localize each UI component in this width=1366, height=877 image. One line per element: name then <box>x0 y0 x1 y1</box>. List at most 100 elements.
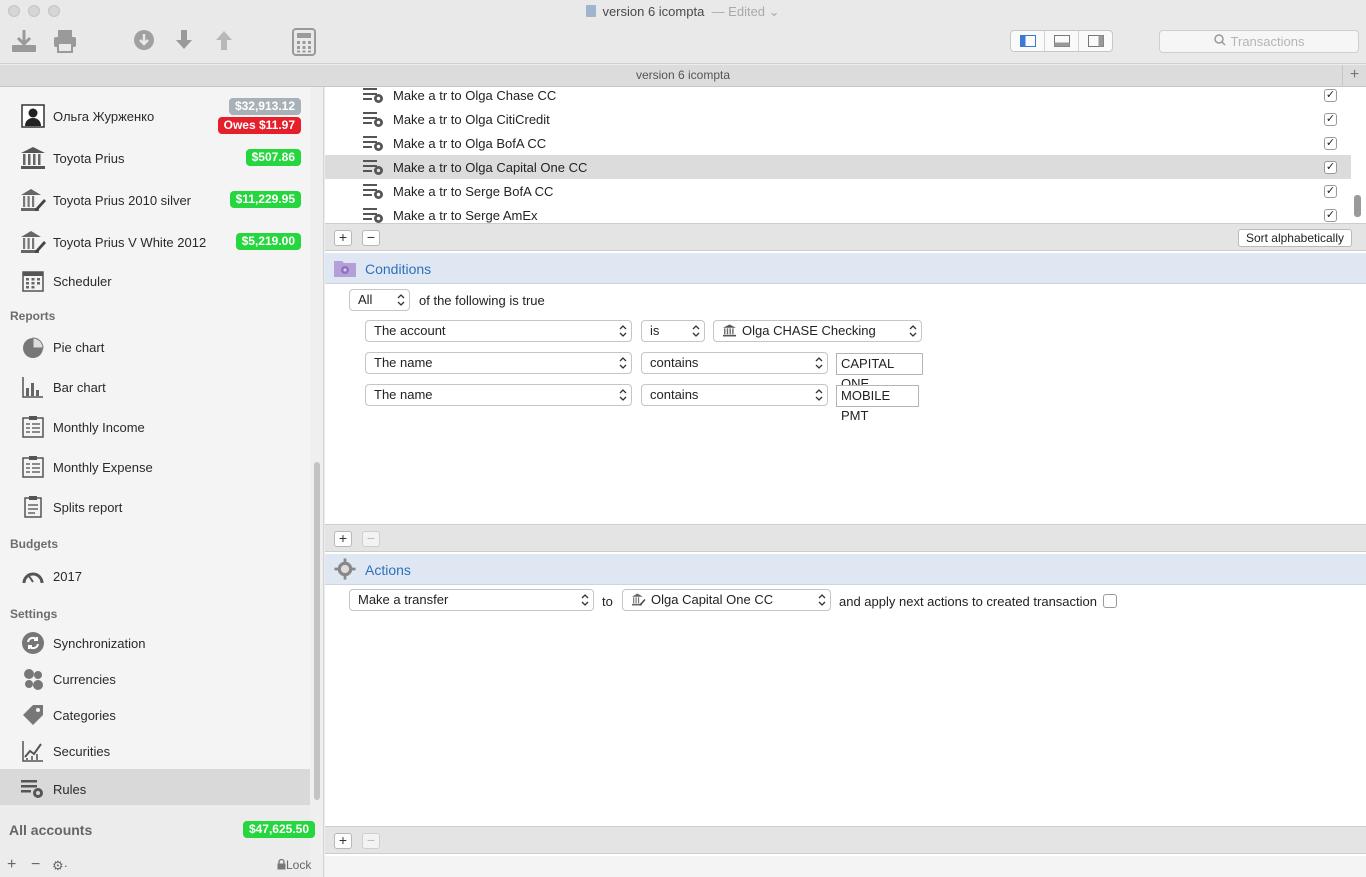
rule-row[interactable]: Make a tr to Serge AmEx ✓ <box>325 203 1351 223</box>
calculator-icon[interactable] <box>290 27 318 57</box>
rule-name: Make a tr to Serge BofA CC <box>393 183 554 199</box>
lock-button[interactable]: Lock <box>277 858 311 872</box>
condition-value-field[interactable]: CAPITAL ONE <box>836 353 923 391</box>
sidebar-item-label: Pie chart <box>53 339 105 355</box>
gear-menu-icon[interactable]: ⚙· <box>52 858 68 874</box>
search-field[interactable]: Transactions <box>1159 30 1359 53</box>
sidebar-item-label: Bar chart <box>53 379 106 395</box>
clipboard-icon <box>20 494 46 520</box>
remove-account-button[interactable]: − <box>31 856 40 874</box>
condition-field-select[interactable]: The name <box>365 384 632 406</box>
sidebar-item-pie-chart[interactable]: Pie chart <box>0 327 310 367</box>
rule-row-selected[interactable]: Make a tr to Olga Capital One CC ✓ <box>325 155 1351 179</box>
sidebar-item-toyota-prius-v-2012[interactable]: Toyota Prius V White 2012 $5,219.00 <box>0 222 310 262</box>
add-action-button[interactable]: + <box>334 833 352 849</box>
document-tab[interactable]: version 6 icompta <box>636 68 730 82</box>
rule-row[interactable]: Make a tr to Olga CitiCredit ✓ <box>325 107 1351 131</box>
sidebar-item-categories[interactable]: Categories <box>0 695 310 735</box>
action-type-select[interactable]: Make a transfer <box>349 589 594 611</box>
window-toolbar: version 6 icompta — Edited ⌄ Transaction… <box>0 0 1366 64</box>
balance-badge: $11,229.95 <box>229 191 301 208</box>
rule-icon <box>363 88 383 103</box>
condition-operator-select[interactable]: contains <box>641 352 828 374</box>
bank-pen-icon <box>20 229 46 255</box>
sidebar-item-bar-chart[interactable]: Bar chart <box>0 367 310 407</box>
sidebar-item-monthly-expense[interactable]: Monthly Expense <box>0 447 310 487</box>
sidebar-footer: + − ⚙· Lock <box>0 853 324 877</box>
sync-icon <box>20 630 46 656</box>
chevron-updown-icon <box>619 357 627 369</box>
rule-enabled-checkbox[interactable]: ✓ <box>1324 160 1337 174</box>
pie-chart-icon <box>20 334 46 360</box>
sidebar-item-synchronization[interactable]: Synchronization <box>0 623 310 663</box>
condition-field-select[interactable]: The account <box>365 320 632 342</box>
sidebar-item-label: Monthly Income <box>53 419 145 435</box>
quantifier-suffix: of the following is true <box>419 293 545 308</box>
actions-title: Actions <box>365 562 411 578</box>
rule-enabled-checkbox[interactable]: ✓ <box>1324 184 1337 198</box>
quantifier-select[interactable]: All <box>349 289 410 311</box>
sidebar-item-scheduler[interactable]: Scheduler <box>0 261 310 301</box>
rule-name: Make a tr to Olga BofA CC <box>393 135 547 151</box>
bank-pen-icon <box>632 593 646 606</box>
rule-row[interactable]: Make a tr to Olga BofA CC ✓ <box>325 131 1351 155</box>
remove-condition-button[interactable]: − <box>362 531 380 547</box>
bank-icon <box>20 145 46 171</box>
sidebar-item-monthly-income[interactable]: Monthly Income <box>0 407 310 447</box>
sidebar-item-label: Toyota Prius V White 2012 <box>53 234 207 250</box>
sidebar-item-splits-report[interactable]: Splits report <box>0 487 310 527</box>
rule-row[interactable]: Make a tr to Serge BofA CC ✓ <box>325 179 1351 203</box>
remove-action-button[interactable]: − <box>362 833 380 849</box>
add-rule-button[interactable]: + <box>334 230 352 246</box>
rule-enabled-checkbox[interactable]: ✓ <box>1324 136 1337 150</box>
apply-next-actions-checkbox[interactable] <box>1103 594 1117 608</box>
sidebar-item-budget-2017[interactable]: 2017 <box>0 556 310 596</box>
import-icon[interactable] <box>10 27 38 55</box>
add-condition-button[interactable]: + <box>334 531 352 547</box>
print-icon[interactable] <box>51 27 79 55</box>
sidebar-item-label: 2017 <box>53 568 82 584</box>
conditions-title: Conditions <box>365 261 432 277</box>
sidebar-item-securities[interactable]: Securities <box>0 731 310 771</box>
sidebar-item-label: Monthly Expense <box>53 459 153 475</box>
sidebar-item-toyota-prius[interactable]: Toyota Prius $507.86 <box>0 138 310 178</box>
sort-alphabetically-button[interactable]: Sort alphabetically <box>1237 229 1352 247</box>
download-circle-icon[interactable] <box>131 27 157 53</box>
condition-operator-select[interactable]: contains <box>641 384 828 406</box>
action-target-account-select[interactable]: Olga Capital One CC <box>622 589 831 611</box>
rules-list-scrollbar[interactable] <box>1354 195 1361 217</box>
rules-list: Make a tr to Olga Chase CC ✓ Make a tr t… <box>325 87 1366 223</box>
rule-enabled-checkbox[interactable]: ✓ <box>1324 112 1337 126</box>
section-header-budgets: Budgets <box>10 537 58 551</box>
rule-enabled-checkbox[interactable]: ✓ <box>1324 208 1337 222</box>
arrow-down-icon[interactable] <box>173 27 195 53</box>
calendar-icon <box>20 268 46 294</box>
arrow-up-icon[interactable] <box>213 27 235 53</box>
sidebar-item-currencies[interactable]: Currencies <box>0 659 310 699</box>
left-sidebar-toggle-icon[interactable] <box>1011 31 1045 51</box>
condition-value-field[interactable]: MOBILE PMT <box>836 385 919 423</box>
apply-next-actions-label: and apply next actions to created transa… <box>839 594 1097 609</box>
sidebar-item-rules[interactable]: Rules <box>0 769 310 805</box>
right-sidebar-toggle-icon[interactable] <box>1079 31 1112 51</box>
remove-rule-button[interactable]: − <box>362 230 380 246</box>
rule-name: Make a tr to Olga Capital One CC <box>393 159 588 175</box>
condition-field-select[interactable]: The name <box>365 352 632 374</box>
rule-row[interactable]: Make a tr to Olga Chase CC ✓ <box>325 87 1351 107</box>
add-account-button[interactable]: + <box>7 856 16 874</box>
rule-name: Make a tr to Olga CitiCredit <box>393 111 550 127</box>
new-tab-button[interactable]: + <box>1342 65 1366 86</box>
rule-enabled-checkbox[interactable]: ✓ <box>1324 88 1337 102</box>
all-accounts-row[interactable]: All accounts $47,625.50 <box>0 812 324 848</box>
condition-operator-select[interactable]: is <box>641 320 705 342</box>
chevron-updown-icon <box>619 325 627 337</box>
condition-account-select[interactable]: Olga CHASE Checking <box>713 320 922 342</box>
section-header-reports: Reports <box>10 309 56 323</box>
sidebar-scrollbar[interactable] <box>314 462 320 800</box>
sidebar-item-toyota-prius-2010[interactable]: Toyota Prius 2010 silver $11,229.95 <box>0 180 310 220</box>
bottom-panel-toggle-icon[interactable] <box>1045 31 1079 51</box>
sidebar-item-olga-account[interactable]: Ольга Журженко $32,913.12 Owes $11.97 <box>0 96 310 136</box>
sidebar-item-label: Ольга Журженко <box>53 108 155 124</box>
rule-icon <box>363 208 383 223</box>
chevron-updown-icon <box>815 357 823 369</box>
